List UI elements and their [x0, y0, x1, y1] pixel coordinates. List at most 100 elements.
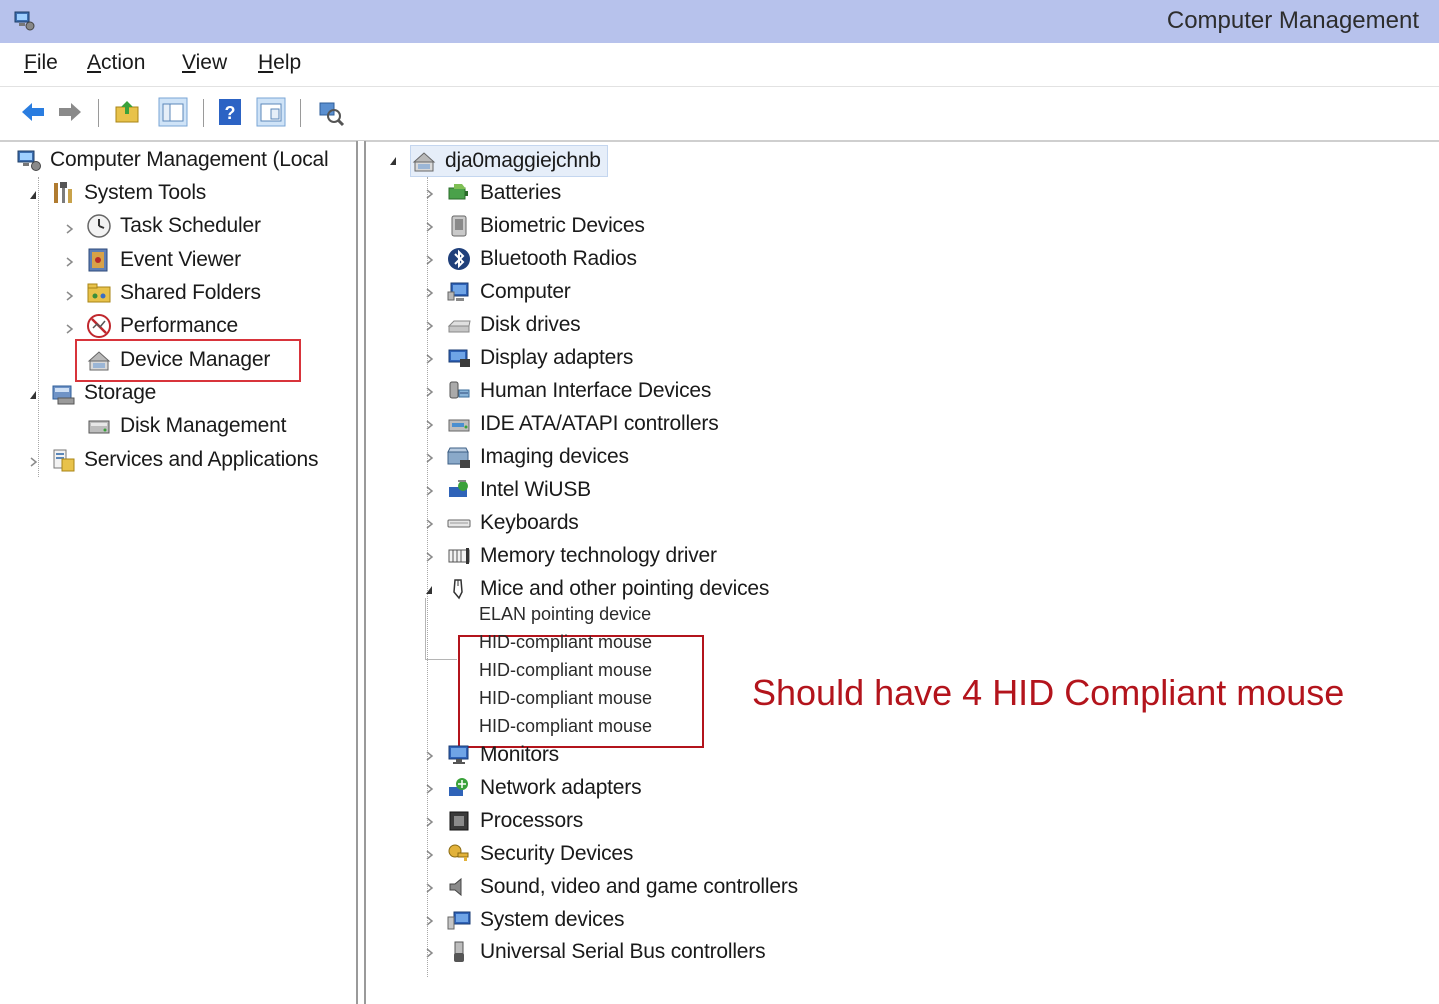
- collapse-arrow-icon[interactable]: [28, 388, 38, 402]
- back-icon[interactable]: [18, 97, 48, 127]
- disk-management-icon: [88, 420, 110, 434]
- computer-management-icon: [14, 11, 35, 31]
- tree-item-shared-folders[interactable]: Shared Folders: [86, 278, 261, 308]
- security-device-icon: [448, 844, 469, 861]
- expand-arrow-icon[interactable]: [424, 253, 434, 267]
- expand-arrow-icon[interactable]: [64, 222, 74, 236]
- tree-item-system-tools[interactable]: System Tools: [50, 178, 206, 208]
- tree-item-event-viewer[interactable]: Event Viewer: [86, 245, 241, 275]
- device-category-security-devices[interactable]: Security Devices: [446, 839, 633, 869]
- expand-arrow-icon[interactable]: [64, 289, 74, 303]
- device-category-batteries[interactable]: Batteries: [446, 178, 561, 208]
- tree-line: [425, 659, 457, 660]
- device-category-bluetooth-radios[interactable]: Bluetooth Radios: [446, 244, 637, 274]
- device-category-ide-ata-atapi-controllers[interactable]: IDE ATA/ATAPI controllers: [446, 409, 719, 439]
- pane-splitter[interactable]: [356, 141, 366, 1004]
- tree-item-disk-management[interactable]: Disk Management: [86, 411, 286, 441]
- console-tree-pane: Computer Management (Local System Tools …: [8, 143, 356, 1004]
- services-applications-icon: [53, 449, 75, 472]
- tree-item-performance[interactable]: Performance: [86, 311, 238, 341]
- system-tools-icon: [54, 182, 72, 203]
- menu-view[interactable]: View: [182, 51, 227, 75]
- tree-item-computer-root[interactable]: dja0maggiejchnb: [410, 145, 608, 177]
- expand-arrow-icon[interactable]: [424, 815, 434, 829]
- tree-item-task-scheduler[interactable]: Task Scheduler: [86, 211, 261, 241]
- processor-icon: [449, 811, 469, 831]
- device-category-system-devices[interactable]: System devices: [446, 905, 624, 935]
- device-category-keyboards[interactable]: Keyboards: [446, 508, 579, 538]
- device-category-label: Processors: [480, 809, 584, 832]
- computer-icon: [412, 152, 436, 172]
- device-hid-compliant-mouse[interactable]: HID-compliant mouse: [479, 632, 652, 653]
- expand-arrow-icon[interactable]: [424, 319, 434, 333]
- window-title: Computer Management: [1166, 7, 1419, 34]
- device-category-memory-technology-driver[interactable]: Memory technology driver: [446, 541, 717, 571]
- device-hid-compliant-mouse[interactable]: HID-compliant mouse: [479, 716, 652, 737]
- help-icon[interactable]: ?: [216, 97, 246, 127]
- menu-help[interactable]: Help: [258, 51, 301, 75]
- device-category-mice-and-other-pointing-devices[interactable]: Mice and other pointing devices: [446, 574, 769, 604]
- device-category-disk-drives[interactable]: Disk drives: [446, 310, 581, 340]
- expand-arrow-icon[interactable]: [424, 451, 434, 465]
- tree-label: Disk Management: [120, 414, 287, 437]
- device-hid-compliant-mouse[interactable]: HID-compliant mouse: [479, 660, 652, 681]
- expand-arrow-icon[interactable]: [424, 385, 434, 399]
- menu-file[interactable]: File: [24, 51, 58, 75]
- network-adapter-icon: [449, 778, 468, 796]
- ide-controller-icon: [448, 419, 470, 432]
- device-tree-pane: dja0maggiejchnb Batteries Biometric Devic…: [368, 143, 1439, 1004]
- up-folder-icon[interactable]: [113, 97, 143, 127]
- device-category-intel-wiusb[interactable]: Intel WiUSB: [446, 475, 591, 505]
- collapse-arrow-icon[interactable]: [388, 154, 398, 168]
- device-category-monitors[interactable]: Monitors: [446, 740, 559, 770]
- collapse-arrow-icon[interactable]: [424, 583, 434, 597]
- device-category-label: Memory technology driver: [480, 544, 717, 567]
- performance-icon: [87, 314, 111, 338]
- device-category-universal-serial-bus-controllers[interactable]: Universal Serial Bus controllers: [446, 937, 766, 967]
- expand-arrow-icon[interactable]: [424, 286, 434, 300]
- expand-arrow-icon[interactable]: [424, 220, 434, 234]
- device-category-network-adapters[interactable]: Network adapters: [446, 773, 642, 803]
- device-category-sound-video-and-game-controllers[interactable]: Sound, video and game controllers: [446, 872, 798, 902]
- menu-action[interactable]: Action: [87, 51, 145, 75]
- computer-management-icon: [17, 150, 41, 171]
- expand-arrow-icon[interactable]: [424, 848, 434, 862]
- device-category-human-interface-devices[interactable]: Human Interface Devices: [446, 376, 711, 406]
- expand-arrow-icon[interactable]: [64, 255, 74, 269]
- expand-arrow-icon[interactable]: [424, 914, 434, 928]
- expand-arrow-icon[interactable]: [424, 484, 434, 498]
- device-category-biometric-devices[interactable]: Biometric Devices: [446, 211, 645, 241]
- tree-item-storage[interactable]: Storage: [50, 378, 156, 408]
- tree-item-services-applications[interactable]: Services and Applications: [50, 445, 319, 475]
- monitor-icon: [448, 745, 469, 764]
- expand-arrow-icon[interactable]: [424, 782, 434, 796]
- show-hide-tree-icon[interactable]: [158, 97, 188, 127]
- battery-icon: [448, 184, 468, 200]
- tree-item-computer-management[interactable]: Computer Management (Local: [16, 145, 329, 175]
- expand-arrow-icon[interactable]: [424, 749, 434, 763]
- expand-arrow-icon[interactable]: [424, 352, 434, 366]
- expand-arrow-icon[interactable]: [424, 418, 434, 432]
- device-scan-icon[interactable]: [316, 97, 346, 127]
- device-hid-compliant-mouse[interactable]: HID-compliant mouse: [479, 688, 652, 709]
- svg-text:?: ?: [225, 103, 236, 123]
- expand-arrow-icon[interactable]: [424, 881, 434, 895]
- device-category-processors[interactable]: Processors: [446, 806, 583, 836]
- device-elan-pointing[interactable]: ELAN pointing device: [479, 604, 651, 625]
- expand-arrow-icon[interactable]: [28, 455, 38, 469]
- forward-icon[interactable]: [55, 97, 85, 127]
- expand-arrow-icon[interactable]: [424, 946, 434, 960]
- expand-arrow-icon[interactable]: [424, 187, 434, 201]
- expand-arrow-icon[interactable]: [424, 517, 434, 531]
- collapse-arrow-icon[interactable]: [28, 188, 38, 202]
- expand-arrow-icon[interactable]: [64, 322, 74, 336]
- device-category-imaging-devices[interactable]: Imaging devices: [446, 442, 629, 472]
- device-category-display-adapters[interactable]: Display adapters: [446, 343, 633, 373]
- event-viewer-icon: [88, 248, 108, 272]
- expand-arrow-icon[interactable]: [424, 550, 434, 564]
- properties-icon[interactable]: [256, 97, 286, 127]
- toolbar-separator: [203, 99, 204, 127]
- clock-icon: [87, 214, 111, 238]
- device-category-computer[interactable]: Computer: [446, 277, 571, 307]
- device-category-label: Sound, video and game controllers: [480, 875, 798, 898]
